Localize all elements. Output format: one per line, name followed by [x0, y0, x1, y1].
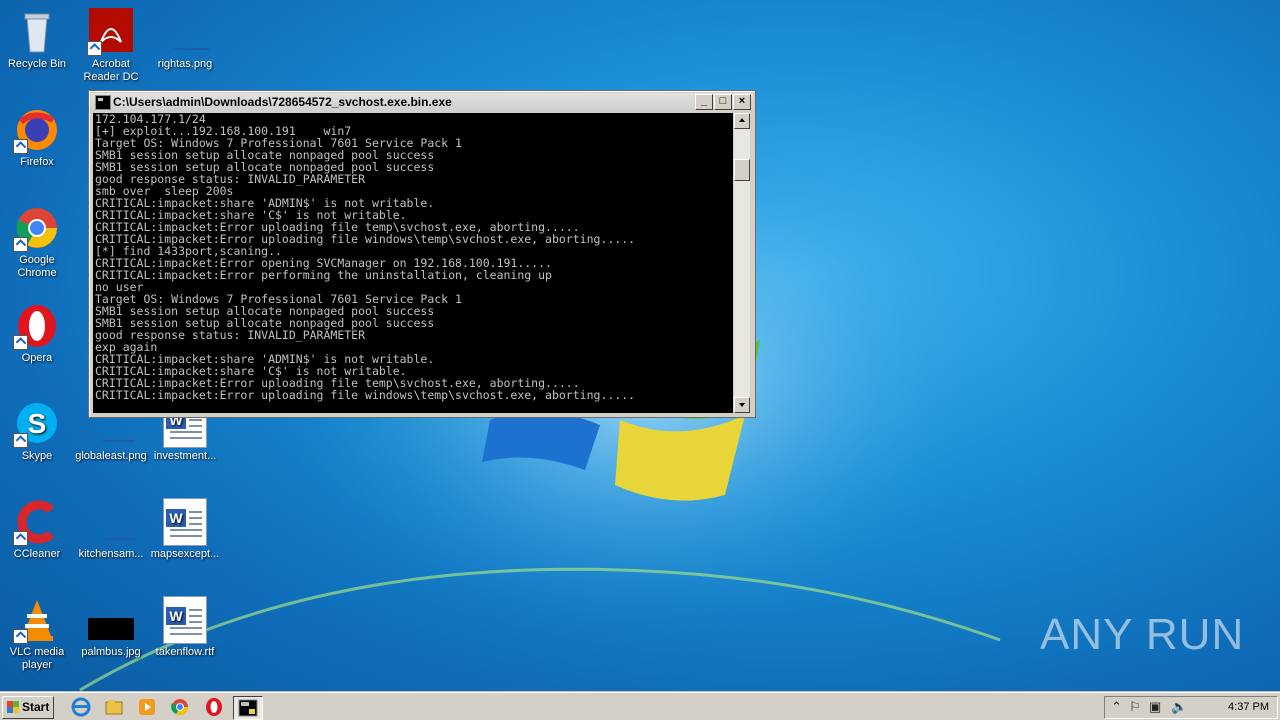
desktop-icon-chrome[interactable]: Google Chrome — [0, 204, 74, 280]
skype-icon: S — [13, 400, 61, 448]
chrome-icon — [13, 204, 61, 252]
desktop-icon-takenflow[interactable]: W takenflow.rtf — [148, 596, 222, 659]
scroll-down-button[interactable] — [734, 397, 750, 413]
volume-icon[interactable]: 🔈 — [1171, 699, 1187, 715]
opera-icon — [13, 302, 61, 350]
desktop-icon-firefox[interactable]: Firefox — [0, 106, 74, 169]
shortcut-arrow-icon — [87, 41, 102, 56]
jpg-file-icon — [87, 596, 135, 644]
desktop-icon-acrobat[interactable]: Acrobat Reader DC — [74, 8, 148, 84]
maximize-button[interactable]: □ — [714, 94, 732, 110]
taskbar-explorer-icon[interactable] — [103, 696, 125, 718]
desktop-icon-skype[interactable]: S Skype — [0, 400, 74, 463]
word-doc-icon: W — [161, 596, 209, 644]
shortcut-arrow-icon — [13, 531, 28, 546]
close-button[interactable]: × — [733, 94, 751, 110]
console-window[interactable]: C:\Users\admin\Downloads\728654572_svcho… — [88, 90, 756, 418]
shortcut-arrow-icon — [13, 237, 28, 252]
anyrun-watermark: ANY RUN — [1040, 610, 1245, 659]
start-button[interactable]: Start — [2, 696, 54, 719]
clock[interactable]: 4:37 PM — [1228, 701, 1269, 713]
shortcut-arrow-icon — [13, 629, 28, 644]
console-line: good response status: INVALID_PARAMETER — [95, 328, 366, 342]
action-center-flag-icon[interactable]: ⚐ — [1129, 699, 1141, 715]
taskbar: Start ⌃ ⚐ ▣ 🔈 4:37 PM — [0, 692, 1280, 720]
svg-text:S: S — [28, 408, 47, 439]
taskbar-media-player-icon[interactable] — [136, 696, 158, 718]
recycle-bin-icon — [13, 8, 61, 56]
vertical-scrollbar[interactable] — [734, 113, 750, 413]
shortcut-arrow-icon — [13, 335, 28, 350]
start-label: Start — [22, 700, 50, 714]
taskbar-chrome-icon[interactable] — [169, 696, 191, 718]
network-icon[interactable]: ▣ — [1149, 699, 1161, 715]
desktop-icon-recycle-bin[interactable]: Recycle Bin — [0, 8, 74, 71]
firefox-icon — [13, 106, 61, 154]
console-output[interactable]: 172.104.177.1/24 [+] exploit...192.168.10… — [93, 113, 733, 413]
console-line: CRITICAL:impacket:Error performing the u… — [95, 268, 552, 282]
shortcut-arrow-icon — [13, 433, 28, 448]
desktop-icon-opera[interactable]: Opera — [0, 302, 74, 365]
minimize-button[interactable]: _ — [695, 94, 713, 110]
ccleaner-icon — [13, 498, 61, 546]
desktop-icon-vlc[interactable]: VLC media player — [0, 596, 74, 672]
taskbar-opera-icon[interactable] — [203, 696, 225, 718]
console-app-icon — [95, 95, 111, 110]
shortcut-arrow-icon — [13, 139, 28, 154]
taskbar-ie-icon[interactable] — [70, 696, 92, 718]
window-titlebar[interactable]: C:\Users\admin\Downloads\728654572_svcho… — [91, 93, 753, 111]
console-text: 172.104.177.1/24 [+] exploit...192.168.10… — [93, 113, 733, 401]
windows-logo-icon — [7, 701, 19, 713]
vlc-icon — [13, 596, 61, 644]
window-title: C:\Users\admin\Downloads\728654572_svcho… — [113, 95, 452, 109]
scroll-up-button[interactable] — [734, 113, 750, 129]
png-file-icon — [161, 8, 223, 56]
desktop-icon-palmbus[interactable]: palmbus.jpg — [74, 596, 148, 659]
desktop-icon-rightas[interactable]: rightas.png — [148, 8, 223, 71]
png-file-icon — [87, 498, 147, 546]
console-line: CRITICAL:impacket:Error uploading file w… — [95, 388, 636, 402]
system-tray: ⌃ ⚐ ▣ 🔈 4:37 PM — [1104, 696, 1278, 719]
acrobat-icon — [87, 8, 135, 56]
desktop-icon-mapsexcept[interactable]: W mapsexcept... — [148, 498, 222, 561]
desktop-icon-ccleaner[interactable]: CCleaner — [0, 498, 74, 561]
show-hidden-icons-icon[interactable]: ⌃ — [1111, 699, 1122, 715]
desktop-icon-kitchensam[interactable]: kitchensam... — [74, 498, 148, 561]
taskbar-console-app[interactable] — [233, 696, 263, 720]
word-doc-icon: W — [161, 498, 209, 546]
scroll-thumb[interactable] — [734, 159, 750, 181]
